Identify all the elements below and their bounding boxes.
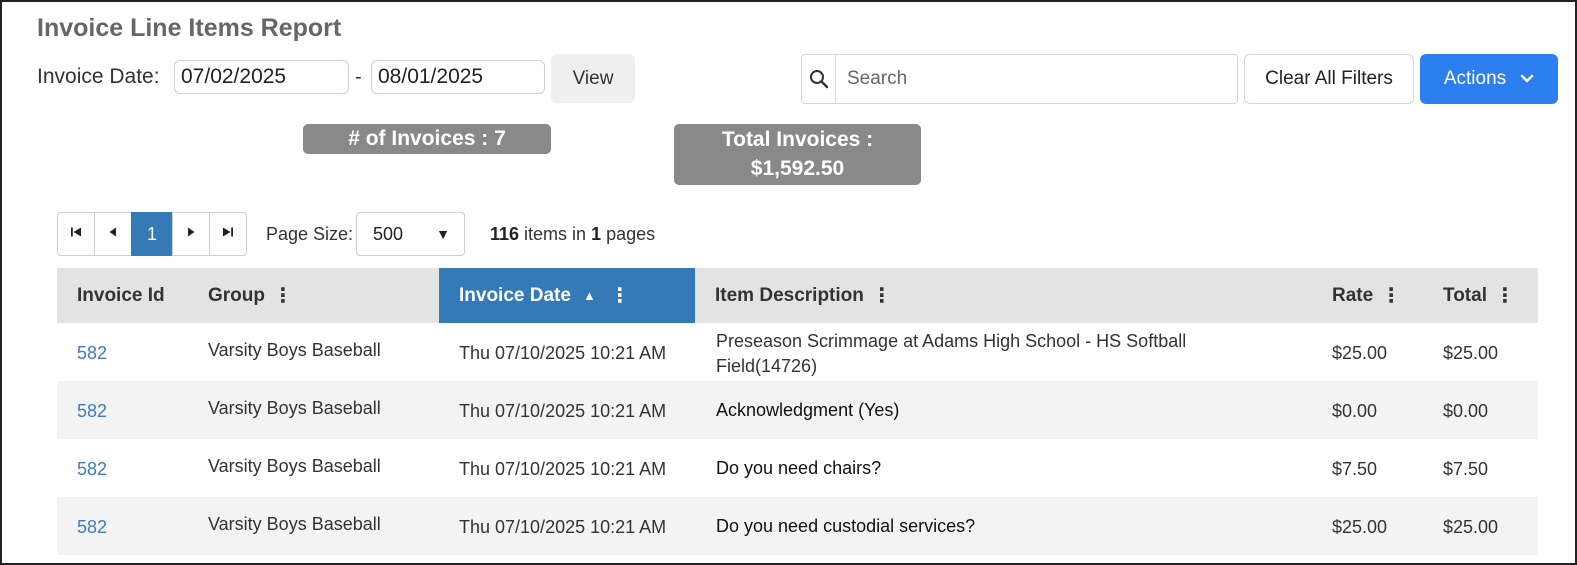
page-title: Invoice Line Items Report (37, 14, 342, 42)
date-range-separator: - (355, 66, 362, 88)
page-button-current[interactable]: 1 (131, 212, 173, 256)
rate-cell: $25.00 (1332, 517, 1388, 537)
column-header-label: Total (1443, 284, 1487, 306)
total-invoices-label: Total Invoices : (721, 128, 874, 151)
last-page-button[interactable] (209, 212, 247, 256)
item-description-cell: Preseason Scrimmage at Adams High School… (716, 329, 1186, 379)
column-header-rate[interactable]: Rate ⋮ (1312, 268, 1423, 323)
invoice-id-link[interactable]: 582 (77, 459, 107, 480)
actions-button-label: Actions (1443, 68, 1507, 89)
chevron-down-icon (1520, 68, 1534, 90)
caret-down-icon: ▼ (436, 226, 450, 242)
column-header-label: Invoice Date (459, 284, 571, 306)
search-icon[interactable] (802, 55, 836, 103)
invoice-count-badge: # of Invoices : 7 (303, 124, 551, 154)
search-box (801, 54, 1238, 104)
actions-button[interactable]: Actions (1420, 54, 1558, 104)
pages-text: pages (601, 224, 656, 244)
kebab-menu-icon[interactable]: ⋮ (610, 283, 630, 308)
column-header-invoice-id[interactable]: Invoice Id (57, 268, 188, 323)
total-invoices-value: $1,592.50 (750, 157, 845, 180)
next-page-button[interactable] (172, 212, 210, 256)
column-header-label: Item Description (715, 284, 864, 306)
total-invoices-badge: Total Invoices : $1,592.50 (674, 124, 921, 185)
rate-cell: $25.00 (1332, 343, 1388, 363)
column-header-label: Rate (1332, 284, 1374, 306)
kebab-menu-icon[interactable]: ⋮ (273, 283, 293, 308)
kebab-menu-icon[interactable]: ⋮ (1381, 283, 1401, 308)
group-cell: Varsity Boys Baseball (208, 514, 381, 534)
invoice-id-link[interactable]: 582 (77, 401, 107, 422)
column-header-group[interactable]: Group ⋮ (188, 268, 439, 323)
table-row[interactable]: 582 Varsity Boys Baseball Thu 07/10/2025… (57, 381, 1538, 439)
kebab-menu-icon[interactable]: ⋮ (872, 283, 892, 308)
table-row[interactable]: 582 Varsity Boys Baseball Thu 07/10/2025… (57, 439, 1538, 497)
rate-cell: $0.00 (1332, 401, 1378, 421)
kebab-menu-icon[interactable]: ⋮ (1495, 283, 1515, 308)
invoice-id-link[interactable]: 582 (77, 343, 107, 364)
page-size-label: Page Size: (266, 224, 354, 244)
invoice-date-cell: Thu 07/10/2025 10:21 AM (459, 401, 667, 421)
page-size-value: 500 (373, 224, 404, 244)
total-cell: $7.50 (1443, 459, 1489, 479)
invoice-id-link[interactable]: 582 (77, 517, 107, 538)
items-in-text: items in (519, 224, 592, 244)
prev-page-button[interactable] (94, 212, 132, 256)
items-info: 116 items in 1 pages (490, 224, 655, 245)
rate-cell: $7.50 (1332, 459, 1378, 479)
date-to-input[interactable] (371, 60, 545, 94)
item-description-line: Field(14726) (716, 356, 818, 376)
prev-page-icon (108, 225, 118, 243)
group-cell: Varsity Boys Baseball (208, 456, 381, 476)
first-page-icon (70, 225, 82, 243)
group-cell: Varsity Boys Baseball (208, 340, 381, 360)
search-input[interactable] (837, 56, 1232, 102)
total-cell: $0.00 (1443, 401, 1489, 421)
invoice-date-cell: Thu 07/10/2025 10:21 AM (459, 459, 667, 479)
pager: 1 (57, 212, 247, 256)
clear-all-filters-button[interactable]: Clear All Filters (1244, 54, 1414, 104)
invoice-date-cell: Thu 07/10/2025 10:21 AM (459, 517, 667, 537)
column-header-item-description[interactable]: Item Description ⋮ (695, 268, 1312, 323)
item-description-line: Preseason Scrimmage at Adams High School… (716, 331, 1187, 351)
pages-count: 1 (591, 224, 602, 244)
column-header-invoice-date[interactable]: Invoice Date ▲ ⋮ (439, 268, 695, 323)
table-header: Invoice Id Group ⋮ Invoice Date ▲ ⋮ Item… (57, 268, 1538, 323)
table-row[interactable]: 582 Varsity Boys Baseball Thu 07/10/2025… (57, 497, 1538, 555)
table-row[interactable]: 582 Varsity Boys Baseball Thu 07/10/2025… (57, 323, 1538, 381)
last-page-icon (222, 225, 234, 243)
group-cell: Varsity Boys Baseball (208, 398, 381, 418)
total-cell: $25.00 (1443, 517, 1499, 537)
column-header-total[interactable]: Total ⋮ (1423, 268, 1538, 323)
item-description-cell: Do you need custodial services? (716, 516, 976, 536)
item-description-cell: Do you need chairs? (716, 458, 882, 478)
view-button[interactable]: View (551, 54, 635, 103)
sort-ascending-icon: ▲ (582, 288, 596, 303)
invoice-line-items-table: Invoice Id Group ⋮ Invoice Date ▲ ⋮ Item… (57, 268, 1538, 555)
item-description-cell: Acknowledgment (Yes) (716, 400, 900, 420)
column-header-label: Invoice Id (77, 284, 165, 306)
total-cell: $25.00 (1443, 343, 1499, 363)
first-page-button[interactable] (57, 212, 95, 256)
invoice-date-label: Invoice Date: (37, 65, 160, 88)
invoice-date-cell: Thu 07/10/2025 10:21 AM (459, 343, 667, 363)
next-page-icon (186, 225, 196, 243)
page-size-select[interactable]: 500 ▼ (356, 212, 465, 256)
column-header-label: Group (208, 284, 265, 306)
items-count: 116 (490, 224, 520, 244)
date-from-input[interactable] (174, 60, 349, 94)
